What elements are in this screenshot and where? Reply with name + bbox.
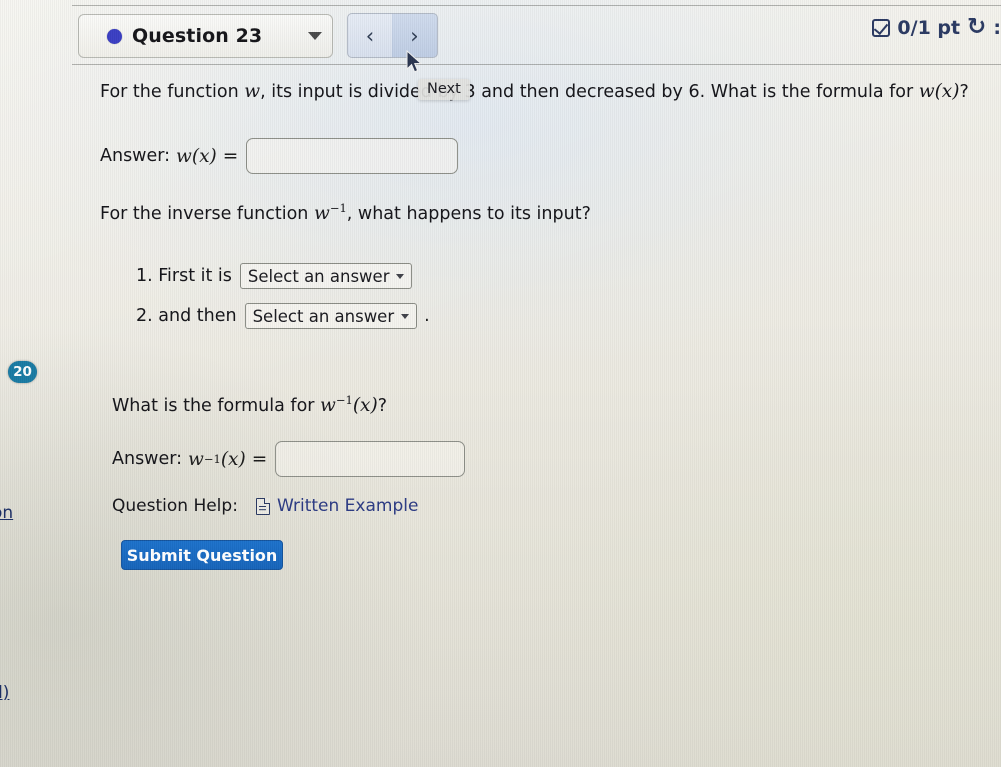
prompt-1-var-w: w [244,81,261,102]
question-prompt-2: For the inverse function w−1, what happe… [100,201,591,227]
prompt-1-part-b: , its input is divided by 3 and then dec… [260,82,919,102]
retry-icon[interactable]: ↺ [967,14,986,40]
step-2-select[interactable]: Select an answer [244,303,418,329]
prompt-3-exponent: −1 [335,393,353,407]
prev-question-button[interactable]: ‹ [347,13,393,58]
chevron-down-icon[interactable] [308,32,322,40]
question-prompt-1: For the function w, its input is divided… [100,80,969,105]
prompt-2-exponent: −1 [329,201,347,215]
prompt-2-var-w: w [313,202,330,224]
step-1-select-value: Select an answer [247,266,390,286]
answer-1-label: Answer: [100,146,171,166]
document-icon [255,497,270,515]
answer-2-equals: = [251,448,268,470]
chevron-down-icon [401,314,410,319]
next-tooltip: Next [418,79,470,100]
step-1-select[interactable]: Select an answer [239,263,413,289]
prompt-1-fn-wx: w(x) [918,81,960,102]
status-badge[interactable]: 20 [8,361,37,383]
background-link-left-upper[interactable]: on [0,503,13,523]
step-row-2: 2. and then Select an answer . [136,303,430,329]
answer-1-equals: = [222,145,239,167]
prompt-1-part-c: ? [959,82,969,102]
step-2-label: 2. and then [136,306,237,326]
question-prompt-3: What is the formula for w−1(x)? [112,393,387,419]
score-area: 0/1 pt ↺ : [872,14,1001,40]
prompt-2-part-b: , what happens to its input? [346,203,591,224]
quiz-screen: on d) Question 23 ‹ › 0/1 pt ↺ : For the… [0,0,1001,767]
background-link-left-lower[interactable]: d) [0,683,9,703]
answer-2-fn-arg: (x) [220,448,246,470]
answer-row-1: Answer: w(x) = [100,138,459,174]
step-2-select-value: Select an answer [252,306,395,326]
step-row-1: 1. First it is Select an answer [136,263,413,289]
answer-row-2: Answer: w −1 (x) = [112,441,466,477]
prompt-3-var-w: w [320,394,336,416]
answer-2-fn-w: w [188,448,204,470]
score-tail: : [993,16,1001,39]
header-divider-bottom [72,64,1001,65]
checkbox-checked-icon[interactable] [872,18,891,37]
answer-input-1[interactable] [246,138,459,174]
prompt-3-arg: (x) [352,394,378,416]
step-2-trailing-period: . [424,306,430,326]
prompt-3-part-c: ? [377,395,388,416]
question-selector[interactable]: Question 23 [78,14,333,58]
chevron-down-icon [396,274,405,279]
step-1-label: 1. First it is [136,266,232,286]
prompt-3-part-a: What is the formula for [112,395,321,416]
submit-question-button[interactable]: Submit Question [121,540,283,570]
question-help-label: Question Help: [112,496,238,516]
question-help-row: Question Help: Written Example [112,496,418,516]
answer-1-function: w(x) [176,145,217,167]
prompt-1-part-a: For the function [100,82,245,102]
answer-2-exponent: −1 [203,452,221,466]
header-divider-top [72,5,1001,6]
question-title: Question 23 [132,25,263,47]
score-text: 0/1 pt [897,16,961,39]
answer-input-2[interactable] [275,441,466,477]
answer-2-label: Answer: [112,449,183,469]
written-example-link[interactable]: Written Example [277,496,418,516]
question-status-dot-icon [107,28,122,44]
prompt-2-part-a: For the inverse function [100,203,314,224]
